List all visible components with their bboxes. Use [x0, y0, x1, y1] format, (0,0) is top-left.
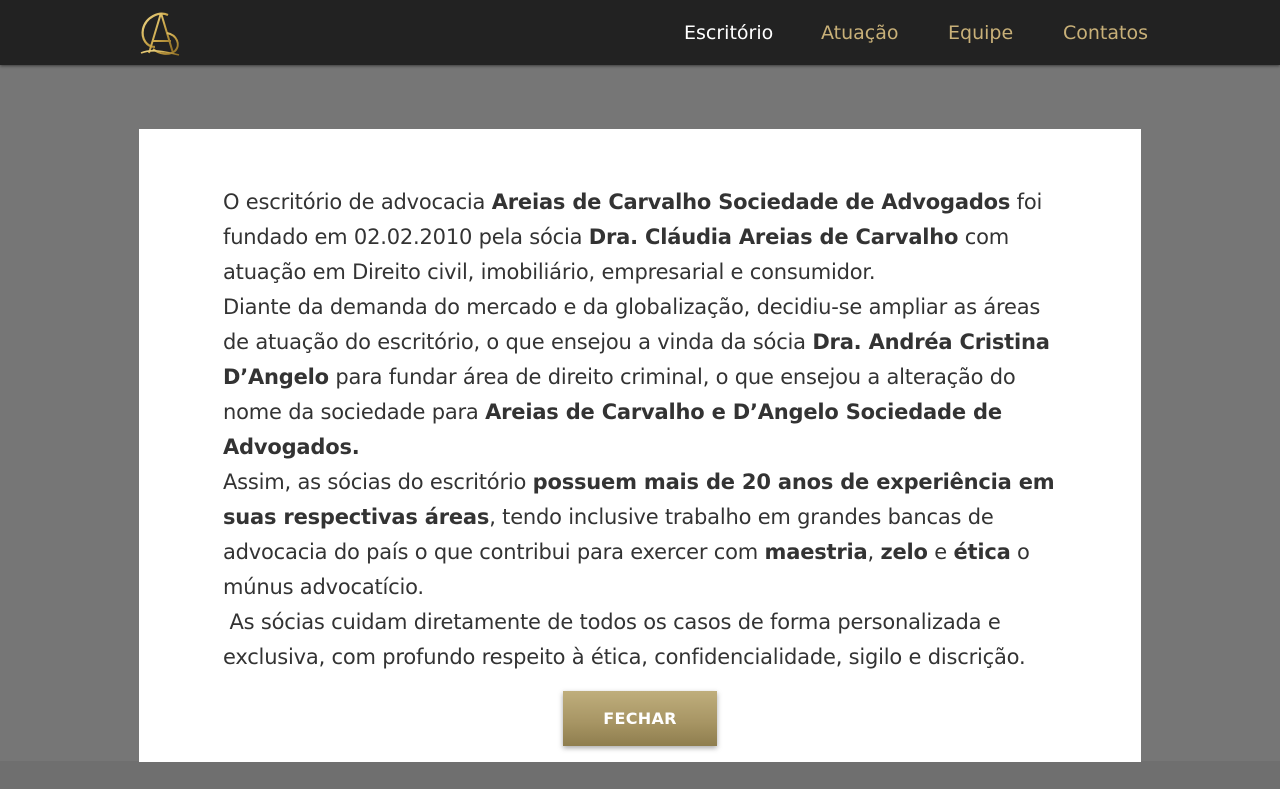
nav-equipe[interactable]: Equipe: [948, 20, 1013, 46]
monogram-logo-icon[interactable]: [137, 9, 183, 57]
top-navbar: Escritório Atuação Equipe Contatos: [0, 0, 1280, 65]
about-modal: O escritório de advocacia Areias de Carv…: [139, 129, 1141, 762]
modal-text: O escritório de advocacia Areias de Carv…: [223, 185, 1059, 675]
page-backdrop: [0, 761, 1280, 789]
nav-contatos[interactable]: Contatos: [1063, 20, 1148, 46]
paragraph-founding: O escritório de advocacia Areias de Carv…: [223, 190, 1043, 284]
nav-escritorio[interactable]: Escritório: [684, 20, 773, 46]
close-button[interactable]: FECHAR: [563, 691, 717, 746]
nav-atuacao[interactable]: Atuação: [821, 20, 899, 46]
paragraph-expansion: Diante da demanda do mercado e da global…: [223, 295, 1050, 459]
paragraph-commitment: As sócias cuidam diretamente de todos os…: [223, 610, 1026, 669]
paragraph-experience: Assim, as sócias do escritório possuem m…: [223, 470, 1055, 599]
